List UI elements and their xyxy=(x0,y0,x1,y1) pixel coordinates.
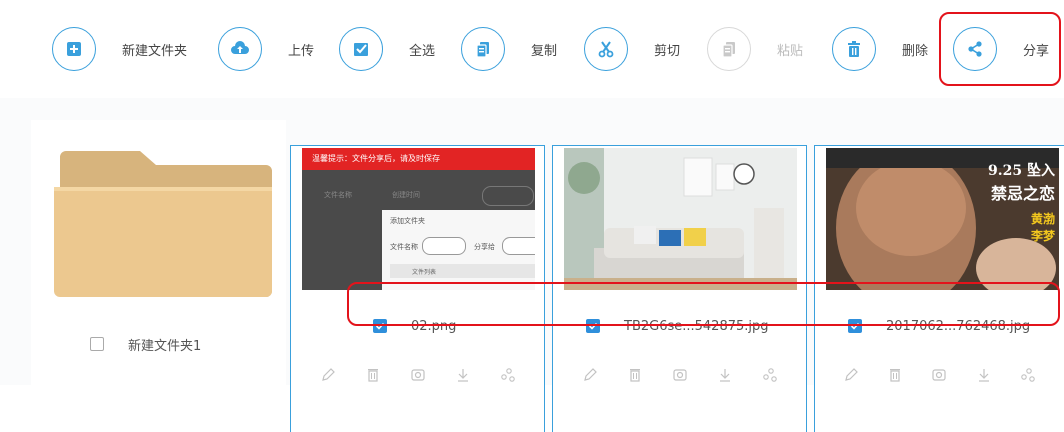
paste-button[interactable]: 粘贴 xyxy=(707,26,803,72)
preview-icon[interactable] xyxy=(928,364,950,386)
thumb-dialog-field-1: 文件名称 xyxy=(390,243,418,251)
delete-icon[interactable] xyxy=(884,364,906,386)
preview-icon[interactable] xyxy=(407,364,429,386)
edit-icon[interactable] xyxy=(840,364,862,386)
thumbnail-02: 温馨提示：文件分享后，请及时保存 文件名称 创建时间 添加文件夹 文件名称 分享… xyxy=(302,148,535,290)
file-checkbox[interactable] xyxy=(90,337,104,351)
edit-icon[interactable] xyxy=(317,364,339,386)
thumb-dialog: 添加文件夹 文件名称 分享给 文件列表 xyxy=(382,210,535,290)
upload-icon xyxy=(230,39,250,59)
copy-button[interactable]: 复制 xyxy=(461,26,557,72)
thumbnail-poster: 9.25 坠入 禁忌之恋 黄渤 李梦 xyxy=(826,148,1059,290)
select-all-button[interactable]: 全选 xyxy=(339,26,435,72)
file-card-folder[interactable]: 新建文件夹1 xyxy=(31,120,286,407)
copy-label: 复制 xyxy=(531,43,558,59)
download-icon[interactable] xyxy=(714,364,736,386)
cut-circle xyxy=(584,27,628,71)
preview-icon[interactable] xyxy=(669,364,691,386)
paste-label: 粘贴 xyxy=(777,43,804,59)
thumb-bar-text: 温馨提示：文件分享后，请及时保存 xyxy=(312,154,440,163)
cut-label: 剪切 xyxy=(654,43,681,59)
thumb-form-row: 文件名称 创建时间 xyxy=(312,186,534,206)
thumb-field-box xyxy=(482,186,534,206)
thumb-field-1: 文件名称 xyxy=(324,191,352,199)
delete-label: 删除 xyxy=(902,43,929,59)
copy-icon xyxy=(473,39,493,59)
file-name: 新建文件夹1 xyxy=(128,338,202,354)
folder-plus-icon xyxy=(64,39,84,59)
delete-icon[interactable] xyxy=(362,364,384,386)
thumb-field-2: 创建时间 xyxy=(392,191,420,199)
share-link-icon[interactable] xyxy=(497,364,519,386)
paste-icon xyxy=(719,39,739,59)
upload-circle xyxy=(218,27,262,71)
thumb-dialog-input-2 xyxy=(502,237,535,255)
filename-highlight xyxy=(347,282,1060,326)
share-highlight xyxy=(939,12,1061,86)
file-grid: 新建文件夹1 温馨提示：文件分享后，请及时保存 文件名称 创建时间 添加文件夹 … xyxy=(0,98,1064,432)
file-actions xyxy=(553,364,806,388)
poster-line-1: 9.25 坠入 xyxy=(988,163,1055,179)
toolbar: 新建文件夹 上传 全选 复制 剪切 粘贴 删除 分享 xyxy=(0,0,1064,99)
trash-icon xyxy=(844,39,864,59)
select-all-circle xyxy=(339,27,383,71)
thumb-dialog-field-2: 分享给 xyxy=(474,243,495,251)
upload-button[interactable]: 上传 xyxy=(218,26,314,72)
poster-line-2: 禁忌之恋 xyxy=(990,184,1055,203)
scissors-icon xyxy=(596,39,616,59)
download-icon[interactable] xyxy=(452,364,474,386)
delete-button[interactable]: 删除 xyxy=(832,26,928,72)
poster-line-3: 黄渤 xyxy=(1030,212,1055,226)
share-link-icon[interactable] xyxy=(759,364,781,386)
upload-label: 上传 xyxy=(288,43,315,59)
new-folder-label: 新建文件夹 xyxy=(122,43,188,59)
select-all-label: 全选 xyxy=(409,43,436,59)
delete-icon[interactable] xyxy=(624,364,646,386)
copy-circle xyxy=(461,27,505,71)
folder-icon xyxy=(54,151,272,297)
thumb-dialog-row-text: 文件列表 xyxy=(412,269,437,276)
thumbnail-livingroom xyxy=(564,148,797,290)
paste-circle xyxy=(707,27,751,71)
delete-circle xyxy=(832,27,876,71)
poster-title: 9.25 坠入 禁忌之恋 黄渤 李梦 xyxy=(988,160,1055,244)
thumb-red-bar: 温馨提示：文件分享后，请及时保存 xyxy=(302,148,535,170)
share-link-icon[interactable] xyxy=(1017,364,1039,386)
new-folder-circle xyxy=(52,27,96,71)
thumb-dialog-input-1 xyxy=(422,237,466,255)
edit-icon[interactable] xyxy=(579,364,601,386)
file-actions xyxy=(815,364,1064,388)
folder-thumbnail xyxy=(54,147,272,297)
new-folder-button[interactable]: 新建文件夹 xyxy=(52,26,187,72)
livingroom-photo xyxy=(564,148,797,290)
poster-line-4: 李梦 xyxy=(1030,229,1055,243)
cut-button[interactable]: 剪切 xyxy=(584,26,680,72)
file-actions xyxy=(291,364,544,388)
checkbox-icon xyxy=(351,39,371,59)
thumb-dialog-title: 添加文件夹 xyxy=(390,217,425,225)
download-icon[interactable] xyxy=(973,364,995,386)
